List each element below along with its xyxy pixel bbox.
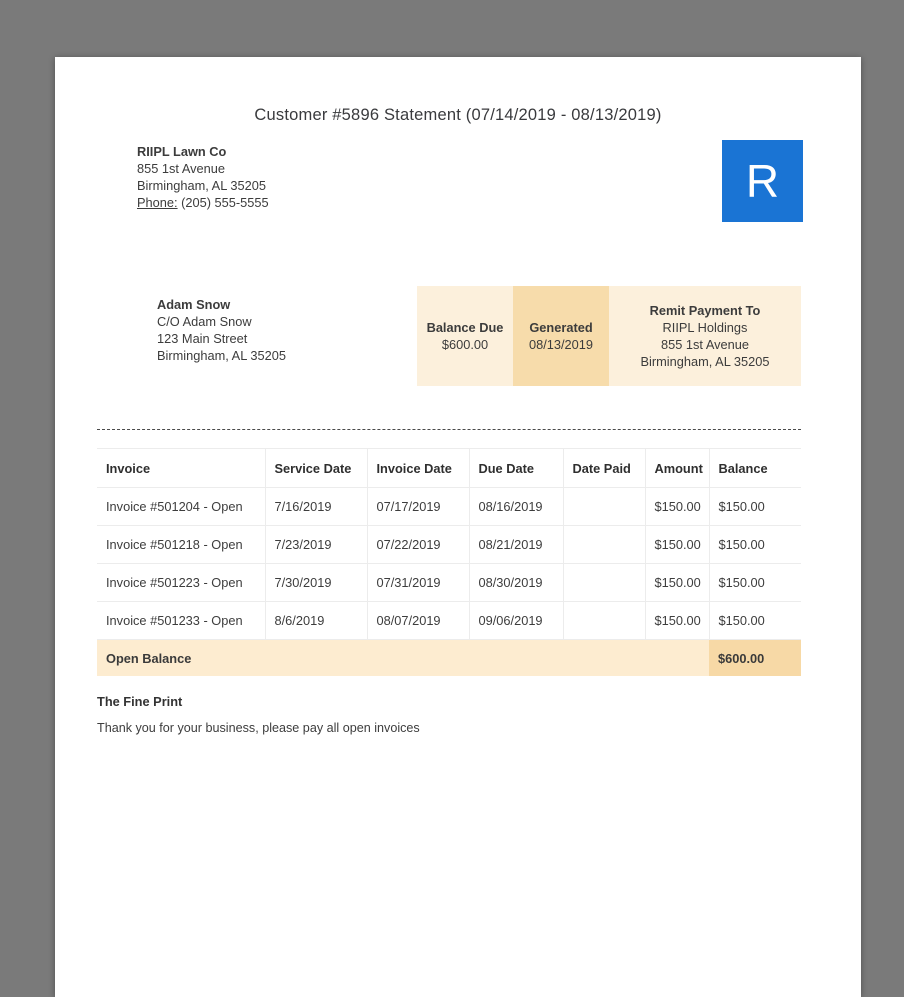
table-row: Invoice #501233 - Open 8/6/2019 08/07/20…	[97, 601, 801, 640]
fine-print-text: Thank you for your business, please pay …	[97, 721, 420, 735]
company-address-line1: 855 1st Avenue	[137, 161, 225, 176]
column-header-amount: Amount	[644, 448, 710, 488]
viewer-background: { "page": { "title": "Customer #5896 Sta…	[0, 0, 904, 997]
table-cell: Invoice #501204 - Open	[97, 487, 266, 526]
fine-print-heading: The Fine Print	[97, 694, 183, 709]
table-cell	[562, 601, 646, 640]
remit-label: Remit Payment To	[649, 303, 761, 318]
company-info: RIIPL Lawn Co 855 1st Avenue Birmingham,…	[137, 143, 269, 211]
summary-bar: Balance Due $600.00 Generated 08/13/2019…	[417, 286, 801, 386]
table-cell: 08/16/2019	[468, 487, 564, 526]
generated-value: 08/13/2019	[528, 337, 594, 352]
dashed-divider	[97, 429, 801, 430]
table-cell: $150.00	[708, 563, 801, 602]
balance-due-cell: Balance Due $600.00	[417, 286, 513, 386]
phone-number: (205) 555-5555	[181, 195, 269, 210]
table-cell: 09/06/2019	[468, 601, 564, 640]
balance-due-label: Balance Due	[426, 320, 504, 335]
column-header-balance: Balance	[708, 448, 801, 488]
company-address-line2: Birmingham, AL 35205	[137, 178, 266, 193]
table-cell	[562, 563, 646, 602]
customer-info: Adam Snow C/O Adam Snow 123 Main Street …	[157, 296, 286, 364]
remit-address2: Birmingham, AL 35205	[640, 354, 770, 369]
table-cell	[562, 487, 646, 526]
customer-line2: 123 Main Street	[157, 331, 248, 346]
table-cell: 8/6/2019	[264, 601, 368, 640]
table-cell: Invoice #501223 - Open	[97, 563, 266, 602]
remit-address1: 855 1st Avenue	[661, 337, 749, 352]
company-logo: R	[722, 140, 803, 222]
table-cell: $150.00	[708, 487, 801, 526]
table-cell	[562, 525, 646, 564]
table-cell: $150.00	[644, 601, 710, 640]
table-cell: $150.00	[708, 601, 801, 640]
column-header-service-date: Service Date	[264, 448, 368, 488]
column-header-due-date: Due Date	[468, 448, 564, 488]
table-cell: $150.00	[644, 487, 710, 526]
column-header-invoice: Invoice	[97, 448, 266, 488]
customer-name: Adam Snow	[157, 297, 231, 312]
remit-payment-cell: Remit Payment To RIIPL Holdings 855 1st …	[609, 286, 801, 386]
table-header-row: Invoice Service Date Invoice Date Due Da…	[97, 448, 801, 488]
table-cell: $150.00	[644, 563, 710, 602]
table-cell: 07/22/2019	[366, 525, 470, 564]
table-cell: 08/07/2019	[366, 601, 470, 640]
table-cell: $150.00	[708, 525, 801, 564]
table-cell: 7/16/2019	[264, 487, 368, 526]
statement-page: Customer #5896 Statement (07/14/2019 - 0…	[55, 57, 861, 997]
open-balance-value: $600.00	[709, 639, 801, 676]
customer-line3: Birmingham, AL 35205	[157, 348, 286, 363]
table-row: Invoice #501218 - Open 7/23/2019 07/22/2…	[97, 525, 801, 564]
table-cell: 07/17/2019	[366, 487, 470, 526]
open-balance-row: Open Balance $600.00	[97, 639, 801, 676]
logo-letter: R	[745, 155, 780, 207]
column-header-date-paid: Date Paid	[562, 448, 646, 488]
table-cell: 08/21/2019	[468, 525, 564, 564]
remit-name: RIIPL Holdings	[662, 320, 748, 335]
company-phone: Phone: (205) 555-5555	[137, 194, 269, 211]
table-cell: 08/30/2019	[468, 563, 564, 602]
phone-label: Phone:	[137, 195, 178, 210]
table-cell: $150.00	[644, 525, 710, 564]
balance-due-value: $600.00	[441, 337, 489, 352]
open-balance-label: Open Balance	[97, 639, 709, 676]
table-cell: 7/23/2019	[264, 525, 368, 564]
table-row: Invoice #501223 - Open 7/30/2019 07/31/2…	[97, 563, 801, 602]
customer-line1: C/O Adam Snow	[157, 314, 252, 329]
company-name: RIIPL Lawn Co	[137, 144, 227, 159]
table-row: Invoice #501204 - Open 7/16/2019 07/17/2…	[97, 487, 801, 526]
table-cell: Invoice #501233 - Open	[97, 601, 266, 640]
table-cell: Invoice #501218 - Open	[97, 525, 266, 564]
invoice-table: Invoice Service Date Invoice Date Due Da…	[97, 448, 801, 676]
table-cell: 7/30/2019	[264, 563, 368, 602]
table-cell: 07/31/2019	[366, 563, 470, 602]
generated-cell: Generated 08/13/2019	[513, 286, 609, 386]
page-title: Customer #5896 Statement (07/14/2019 - 0…	[254, 106, 662, 124]
generated-label: Generated	[529, 320, 593, 335]
column-header-invoice-date: Invoice Date	[366, 448, 470, 488]
